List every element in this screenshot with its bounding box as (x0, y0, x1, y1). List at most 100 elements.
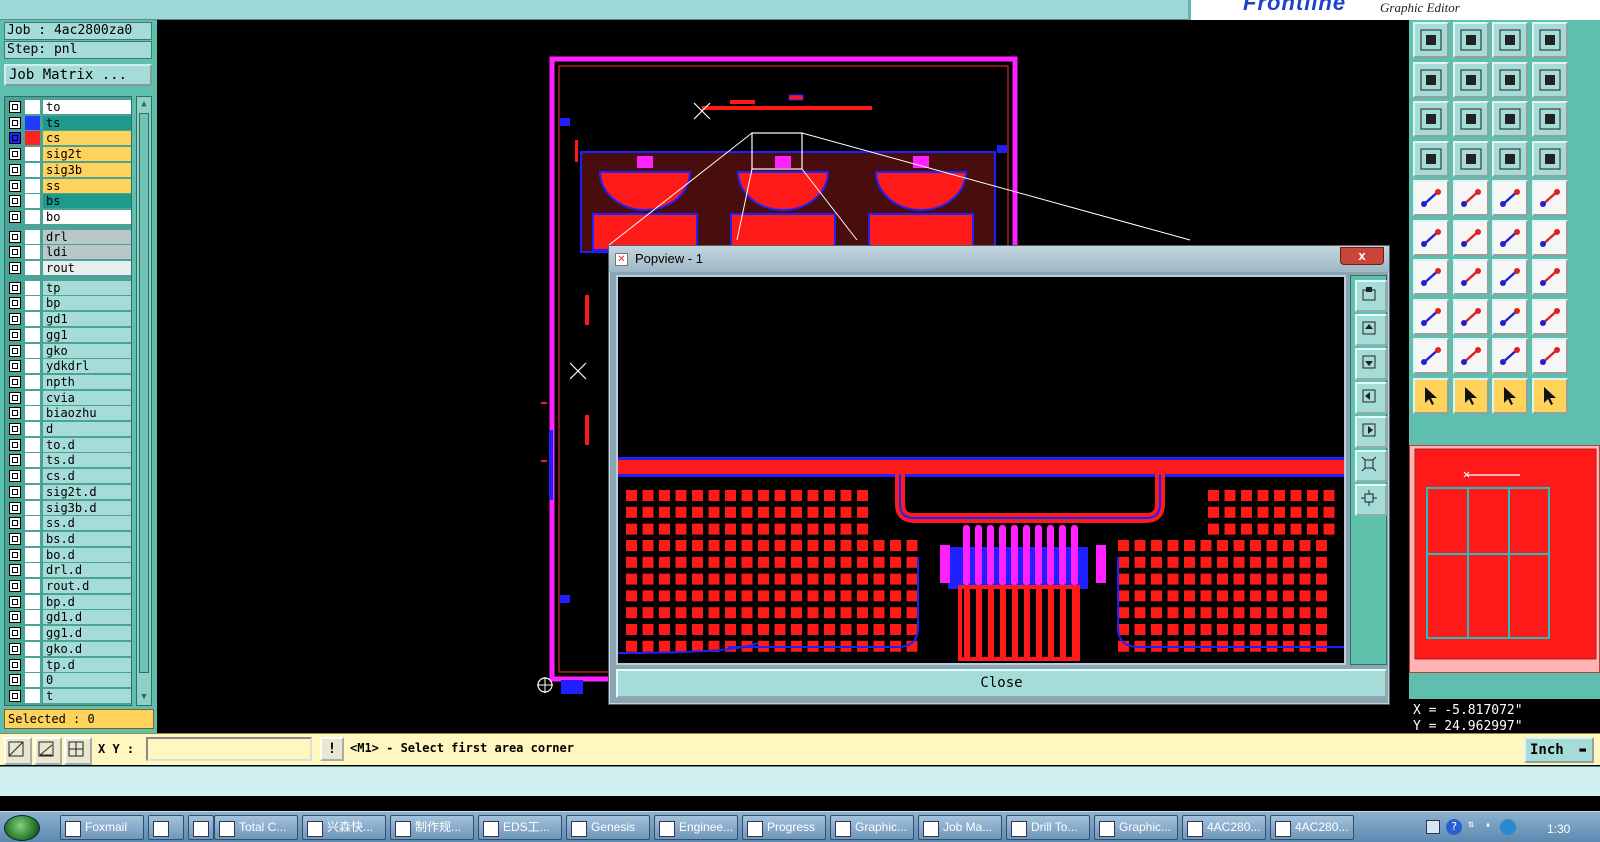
layer-checkbox[interactable] (9, 564, 21, 577)
layer-name[interactable]: bo (43, 209, 131, 224)
grid-mode-button[interactable] (64, 737, 92, 765)
layer-checkbox[interactable] (9, 407, 21, 420)
layer-row-bo[interactable]: bo (5, 209, 131, 225)
line-slope-button[interactable] (1452, 259, 1489, 295)
layer-row-drl-d[interactable]: drl.d (5, 562, 131, 578)
layer-color-swatch[interactable] (25, 610, 40, 625)
pv-pan-right-button[interactable] (1355, 416, 1387, 448)
layer-name[interactable]: bp (43, 296, 131, 311)
layout-button[interactable] (1531, 22, 1568, 58)
layer-row-rout[interactable]: rout (5, 260, 131, 276)
layer-row-ydkdrl[interactable]: ydkdrl (5, 358, 131, 374)
layer-row-bo-d[interactable]: bo.d (5, 547, 131, 563)
snap-point-button[interactable] (1413, 298, 1449, 335)
layer-checkbox[interactable] (9, 454, 21, 467)
triangle-outline-button[interactable] (1452, 338, 1489, 374)
layer-color-swatch[interactable] (25, 312, 40, 327)
tray-expand-icon[interactable]: ▴ (1485, 819, 1495, 835)
layer-checkbox[interactable] (9, 391, 21, 404)
layer-row-npth[interactable]: npth (5, 374, 131, 390)
layer-name[interactable]: cvia (43, 390, 131, 405)
layer-checkbox[interactable] (9, 132, 21, 145)
taskbar-button[interactable]: Foxmail (60, 815, 144, 840)
layer-row-gko-d[interactable]: gko.d (5, 641, 131, 657)
pv-zoom-home-button[interactable] (1355, 280, 1387, 312)
line-red-button[interactable] (1413, 259, 1449, 295)
layer-color-swatch[interactable] (25, 594, 40, 609)
help-button[interactable] (1531, 101, 1568, 137)
flip-view-button[interactable] (1531, 61, 1568, 98)
popview-canvas[interactable] (616, 275, 1346, 665)
layer-name[interactable]: gg1 (43, 327, 131, 342)
layer-name[interactable]: sig2t.d (43, 484, 131, 499)
layer-name[interactable]: cs (43, 131, 131, 146)
layer-color-swatch[interactable] (25, 296, 40, 311)
zoom-1-2-button[interactable] (1492, 101, 1528, 137)
layer-name[interactable]: ss.d (43, 516, 131, 531)
layer-color-swatch[interactable] (25, 100, 40, 114)
connect-nodes-button[interactable] (1413, 219, 1449, 256)
layer-name[interactable]: drl.d (43, 563, 131, 578)
taskbar-button[interactable]: Progress (742, 815, 826, 840)
layer-row-t[interactable]: t (5, 688, 131, 704)
layer-name[interactable]: ldi (43, 245, 131, 260)
layer-checkbox[interactable] (9, 116, 21, 129)
taskbar-clock[interactable]: 1:30 (1547, 822, 1587, 838)
layer-name[interactable]: gko.d (43, 641, 131, 656)
layer-name[interactable]: ts.d (43, 453, 131, 468)
layer-checkbox[interactable] (9, 438, 21, 451)
layer-color-swatch[interactable] (25, 343, 40, 358)
layer-checkbox[interactable] (9, 328, 21, 341)
layer-checkbox[interactable] (9, 313, 21, 326)
layer-name[interactable]: bo.d (43, 547, 131, 562)
pv-zoom-out-button[interactable] (1355, 450, 1387, 482)
select-pad-button[interactable] (1413, 180, 1449, 216)
layer-color-swatch[interactable] (25, 484, 40, 499)
select-arrow-outline-button[interactable] (1492, 377, 1528, 414)
layer-name[interactable]: to (43, 100, 131, 114)
layer-checkbox[interactable] (9, 548, 21, 561)
layer-color-swatch[interactable] (25, 516, 40, 531)
layer-row-rout-d[interactable]: rout.d (5, 578, 131, 594)
layer-row-ts-d[interactable]: ts.d (5, 452, 131, 468)
layer-checkbox[interactable] (9, 360, 21, 373)
layer-row-sig2t[interactable]: sig2t (5, 146, 131, 162)
flip-feature-button[interactable] (1531, 259, 1568, 295)
layer-checkbox[interactable] (9, 148, 21, 161)
layer-name[interactable]: cs.d (43, 469, 131, 484)
layer-checkbox[interactable] (9, 179, 21, 192)
layer-row-gd1-d[interactable]: gd1.d (5, 609, 131, 625)
select-arrow-red-button[interactable] (1452, 377, 1489, 414)
layer-row-to-d[interactable]: to.d (5, 437, 131, 453)
layer-name[interactable]: rout.d (43, 579, 131, 593)
layer-color-swatch[interactable] (25, 531, 40, 546)
select-arrow-button[interactable] (1413, 377, 1449, 414)
taskbar-button[interactable]: 兴森快... (302, 815, 386, 840)
layer-color-swatch[interactable] (25, 469, 40, 484)
layer-name[interactable]: ss (43, 178, 131, 193)
layer-name[interactable]: d (43, 422, 131, 436)
layer-color-swatch[interactable] (25, 280, 40, 295)
layer-color-swatch[interactable] (25, 688, 40, 703)
taskbar-button[interactable]: Graphic... (1094, 815, 1178, 840)
units-selector[interactable]: Inch ▬ (1524, 737, 1594, 763)
job-matrix-button[interactable]: Job Matrix ... (4, 64, 152, 86)
layer-color-swatch[interactable] (25, 327, 40, 342)
layer-row-d[interactable]: d (5, 421, 131, 437)
net-check-button[interactable] (1531, 140, 1568, 177)
grid-toggle-button[interactable] (1452, 140, 1489, 177)
layer-name[interactable]: gd1.d (43, 610, 131, 625)
layer-row-bs-d[interactable]: bs.d (5, 531, 131, 547)
layer-name[interactable]: sig3b (43, 162, 131, 177)
pv-pan-down-button[interactable] (1355, 348, 1387, 380)
security-icon[interactable] (1500, 819, 1516, 835)
layer-checkbox[interactable] (9, 580, 21, 592)
layer-name[interactable]: rout (43, 261, 131, 275)
layer-row-cs[interactable]: cs (5, 130, 131, 146)
layer-row-gd1[interactable]: gd1 (5, 311, 131, 327)
warning-button[interactable]: ! (320, 737, 344, 761)
layer-row-sig3b[interactable]: sig3b (5, 162, 131, 178)
undo-arc-button[interactable] (1492, 259, 1528, 295)
taskbar-button[interactable]: 4AC280... (1182, 815, 1266, 840)
layer-checkbox[interactable] (9, 195, 21, 208)
